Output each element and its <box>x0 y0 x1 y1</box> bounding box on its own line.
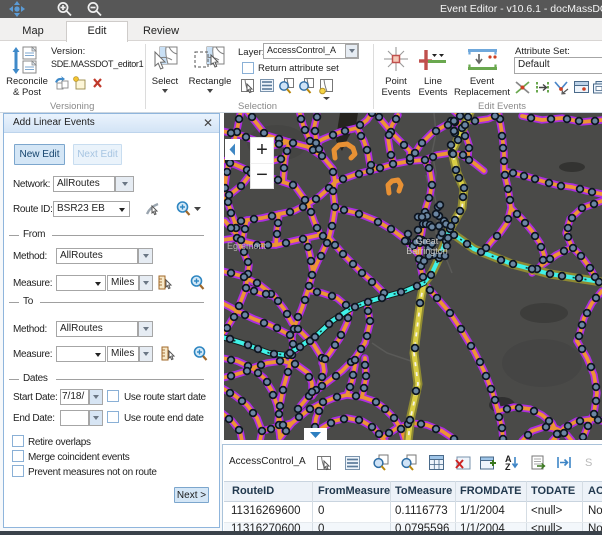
svg-text:Great: Great <box>416 236 439 246</box>
svg-text:S: S <box>585 457 592 469</box>
svg-text:Egremont: Egremont <box>227 241 267 251</box>
svg-text:Barrington: Barrington <box>406 246 448 256</box>
svg-text:Z: Z <box>505 462 511 471</box>
